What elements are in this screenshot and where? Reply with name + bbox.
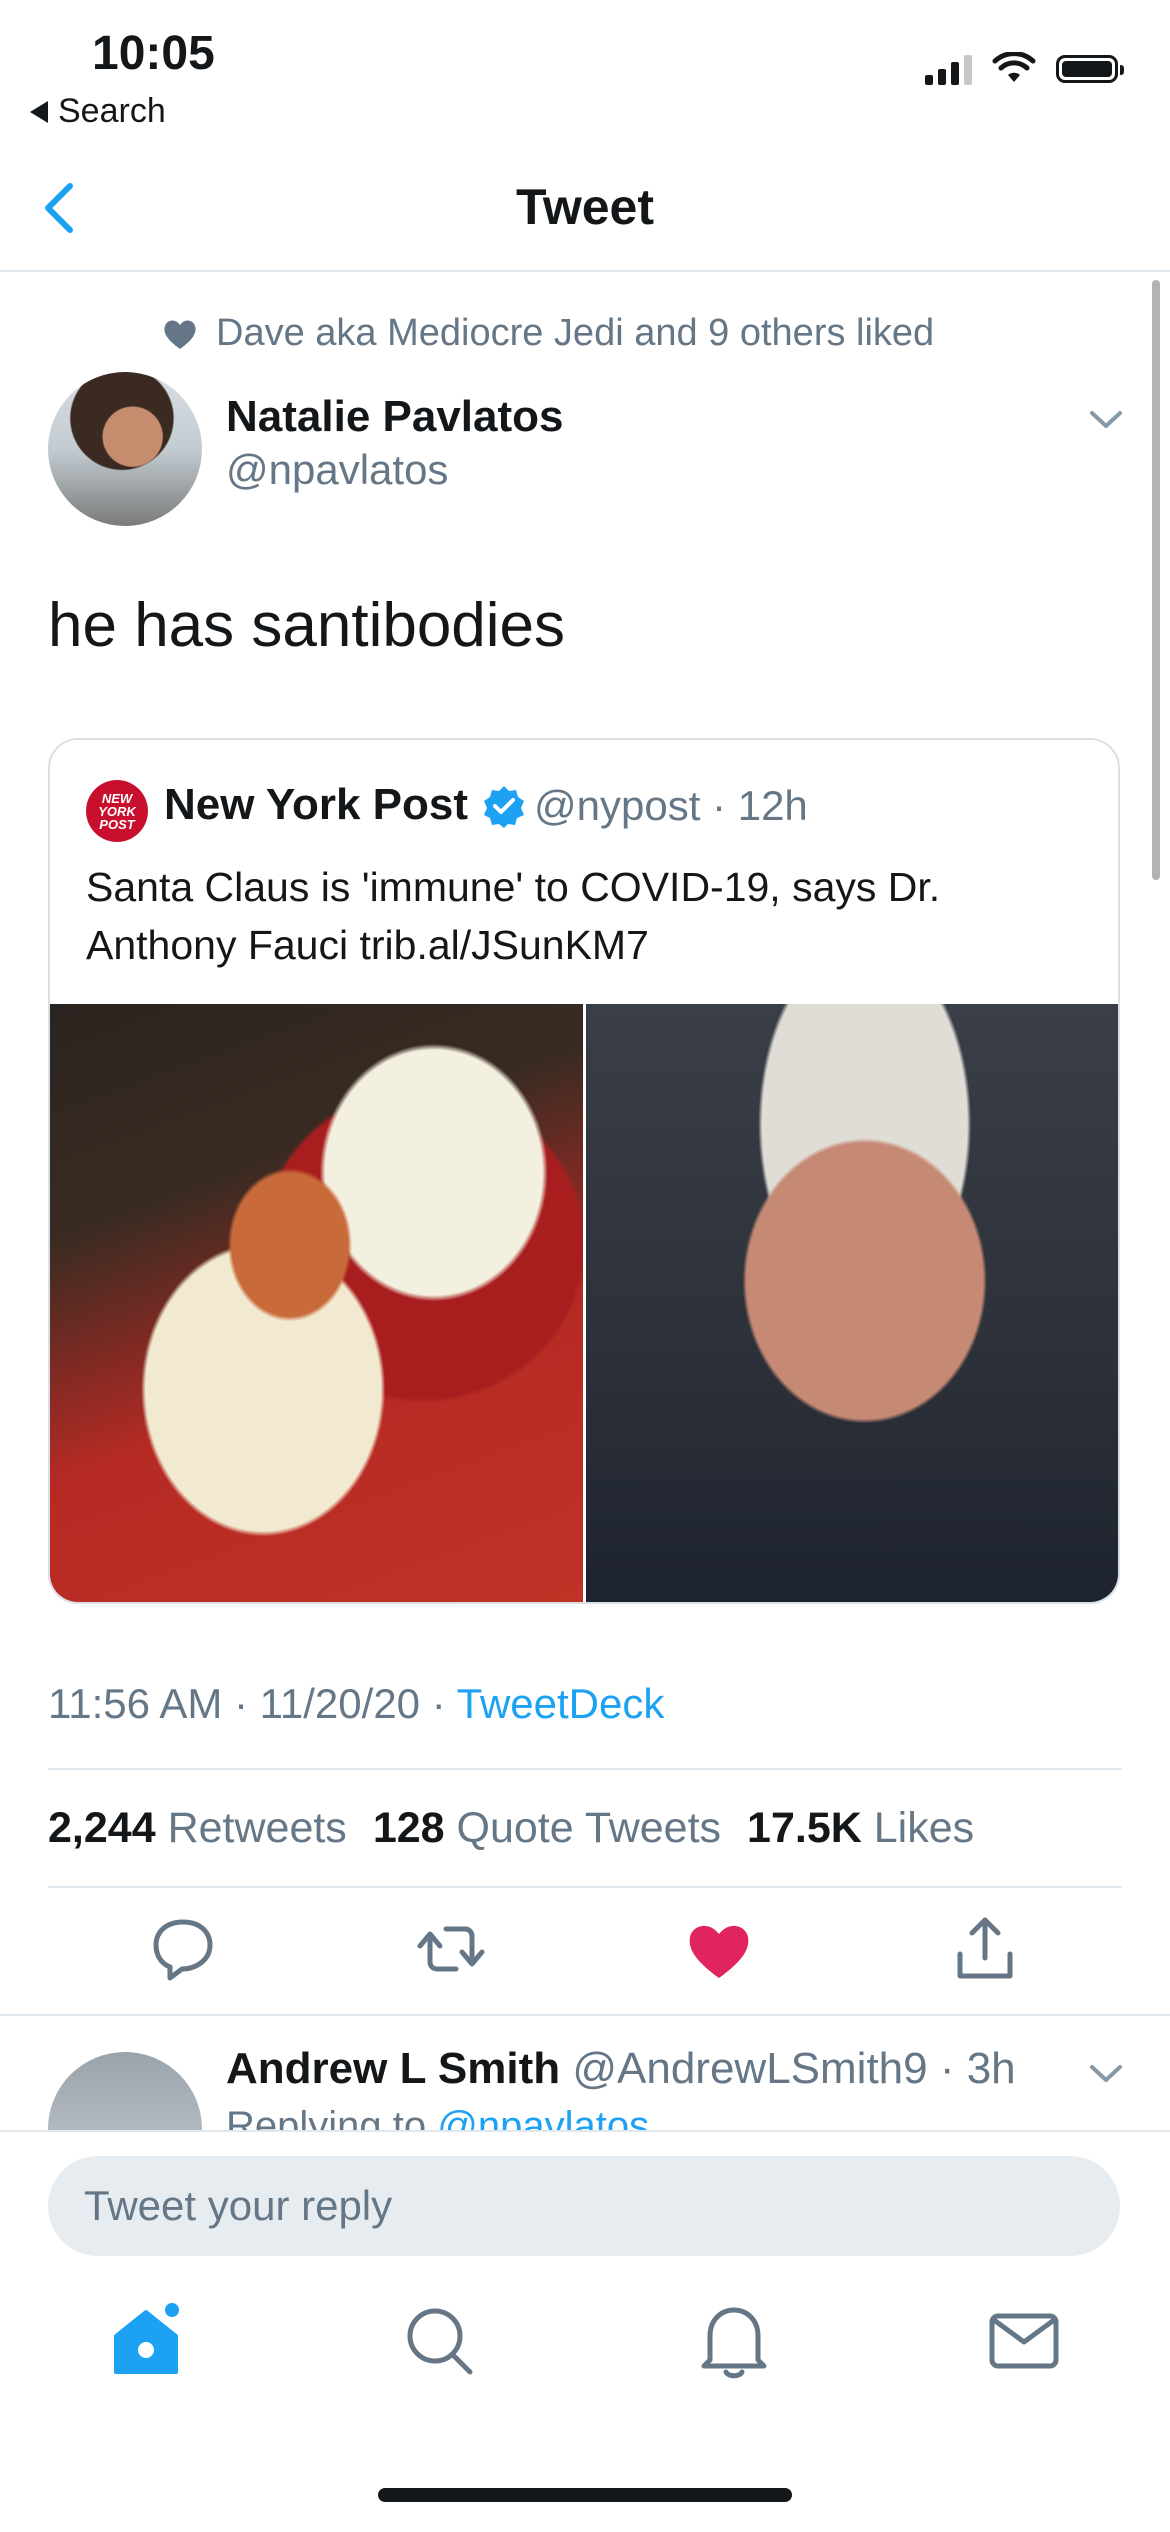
stats-divider [48, 1886, 1122, 1888]
quoted-author-handle: @nypost · 12h [534, 782, 808, 829]
reply-input[interactable]: Tweet your reply [48, 2156, 1120, 2256]
page-title: Tweet [516, 179, 654, 235]
reply-chevron-down-icon[interactable] [1086, 2058, 1126, 2088]
composer-divider [0, 2130, 1170, 2132]
santa-claus-image[interactable] [50, 1004, 583, 1602]
author-handle[interactable]: @npavlatos [226, 446, 448, 494]
search-icon[interactable] [400, 2300, 480, 2380]
replying-to: Replying to @npavlatos [226, 2104, 649, 2132]
home-indicator[interactable] [378, 2488, 792, 2502]
reply-author-meta: @AndrewLSmith9 · 3h [572, 2044, 1016, 2093]
messages-icon[interactable] [984, 2300, 1064, 2380]
replying-to-mention[interactable]: @npavlatos [437, 2104, 649, 2132]
tweet-actions [48, 1914, 1120, 1994]
tweet-timestamp: 11:56 AM · 11/20/20 · TweetDeck [48, 1680, 664, 1728]
quoted-author-name: New York Post [164, 780, 469, 829]
status-icons [925, 52, 1124, 86]
battery-icon [1056, 55, 1124, 83]
scrollbar[interactable] [1152, 280, 1160, 880]
wifi-icon [992, 52, 1036, 82]
chevron-down-icon[interactable] [1086, 404, 1126, 434]
quoted-tweet-text: Santa Claus is 'immune' to COVID-19, say… [86, 864, 941, 968]
cellular-signal-icon [925, 53, 972, 85]
author-avatar[interactable] [48, 372, 202, 526]
retweets-stat[interactable]: 2,244 Retweets [48, 1804, 347, 1853]
actions-divider [0, 2014, 1170, 2016]
tweet-text: he has santibodies [48, 591, 566, 660]
likes-stat[interactable]: 17.5K Likes [747, 1804, 974, 1853]
engagement-stats: 2,244 Retweets 128 Quote Tweets 17.5K Li… [48, 1804, 974, 1853]
like-icon[interactable] [684, 1914, 754, 1984]
reply-author[interactable]: Andrew L Smith @AndrewLSmith9 · 3h [226, 2044, 1016, 2094]
anthony-fauci-image[interactable] [586, 1004, 1118, 1602]
notifications-icon[interactable] [694, 2300, 774, 2380]
verified-badge-icon [484, 786, 524, 828]
status-time: 10:05 [92, 27, 215, 80]
liked-by-text: Dave aka Mediocre Jedi and 9 others like… [216, 312, 935, 354]
back-to-search-label: Search [58, 92, 166, 130]
author-name[interactable]: Natalie Pavlatos [226, 392, 564, 442]
tab-bar [0, 2300, 1170, 2420]
back-to-search[interactable]: Search [30, 92, 166, 131]
quote-tweets-stat[interactable]: 128 Quote Tweets [373, 1804, 721, 1853]
meta-divider [48, 1768, 1122, 1770]
reply-icon[interactable] [148, 1914, 218, 1984]
nypost-logo: NEW YORK POST [86, 780, 148, 842]
quoted-tweet-card[interactable]: NEW YORK POST New York Post @nypost · 12… [48, 738, 1120, 1604]
liked-by-context[interactable]: Dave aka Mediocre Jedi and 9 others like… [162, 312, 934, 355]
home-icon[interactable] [106, 2300, 186, 2380]
header-divider [0, 270, 1170, 272]
back-triangle-icon [30, 100, 48, 123]
tweet-time: 11:56 AM · 11/20/20 · [48, 1680, 457, 1727]
share-icon[interactable] [950, 1914, 1020, 1984]
reply-author-name: Andrew L Smith [226, 2044, 561, 2093]
tweet-source-link[interactable]: TweetDeck [457, 1680, 665, 1727]
heart-icon [164, 320, 196, 349]
retweet-icon[interactable] [416, 1914, 486, 1984]
